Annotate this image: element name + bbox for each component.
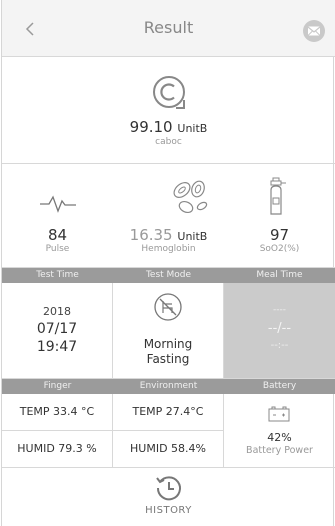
history-label: HISTORY: [145, 505, 192, 516]
band-test-mode: Test Mode: [145, 270, 192, 280]
meal-chair-icon: [154, 293, 182, 321]
band-environment: Environment: [139, 381, 198, 391]
battery-icon: [268, 406, 290, 422]
band-sensor-header: Finger Environment Battery: [2, 379, 335, 394]
header-bar: Result: [2, 0, 335, 57]
copyright-c-icon: [153, 76, 185, 109]
meal-line1: ----: [273, 305, 286, 315]
history-clock-icon: [156, 476, 181, 501]
main-sub-label: caboc: [155, 137, 182, 147]
band-finger: Finger: [43, 381, 72, 391]
meal-time-cell: ---- --/-- --:--: [224, 283, 335, 379]
blood-cells-icon: [173, 180, 208, 214]
band-test-time: Test Time: [36, 270, 79, 280]
env-temp: TEMP 27.4°C: [132, 405, 204, 418]
test-date: 07/17: [36, 321, 78, 337]
hemoglobin-number: 16.35: [129, 226, 173, 244]
oxygen-tank-icon: [270, 177, 286, 215]
band-test-header: Test Time Test Mode Meal Time: [2, 268, 335, 283]
test-mode-line1: Morning: [143, 337, 193, 351]
band-meal-time: Meal Time: [256, 270, 303, 280]
band-battery: Battery: [262, 381, 297, 391]
meal-line2: --/--: [267, 321, 292, 336]
finger-humid: HUMID 79.3 %: [17, 442, 97, 455]
test-mode-line2: Fasting: [146, 352, 190, 366]
main-value-unit: UnitB: [177, 122, 208, 135]
spo2-label: SoO2(%): [259, 244, 300, 254]
main-result: 99.10 UnitB caboc: [2, 57, 335, 164]
test-time-cell: 2018 07/17 19:47: [2, 283, 113, 379]
test-mode-cell: Morning Fasting: [113, 283, 224, 379]
pulse-label: Pulse: [45, 244, 70, 254]
main-value: 99.10 UnitB: [2, 118, 335, 136]
test-year: 2018: [43, 305, 71, 318]
battery-cell: 42% Battery Power: [224, 394, 335, 468]
meal-line3: --:--: [270, 340, 289, 351]
battery-label: Battery Power: [246, 445, 313, 456]
pulse-value: 84: [47, 226, 68, 244]
finger-temp-cell: TEMP 33.4 °C: [2, 394, 113, 431]
env-humid-cell: HUMID 58.4%: [113, 431, 224, 468]
page-title: Result: [143, 18, 194, 37]
metric-hemoglobin: 16.35 UnitB Hemoglobin: [113, 164, 224, 268]
spo2-value: 97: [269, 226, 290, 244]
pulse-wave-icon: [40, 195, 76, 213]
battery-percent: 42%: [267, 431, 292, 444]
hemoglobin-value: 16.35 UnitB: [113, 226, 224, 244]
metric-spo2: 97 SoO2(%): [224, 164, 335, 268]
history-button[interactable]: HISTORY: [2, 468, 335, 526]
finger-temp: TEMP 33.4 °C: [19, 405, 95, 418]
metric-pulse: 84 Pulse: [2, 164, 113, 268]
env-temp-cell: TEMP 27.4°C: [113, 394, 224, 431]
test-time: 19:47: [36, 339, 78, 355]
mail-button[interactable]: [303, 20, 325, 42]
hemoglobin-unit: UnitB: [177, 230, 208, 243]
main-value-number: 99.10: [129, 118, 173, 136]
env-humid: HUMID 58.4%: [130, 442, 206, 455]
envelope-icon: [307, 26, 321, 36]
metrics-row: 84 Pulse 16.35 UnitB Hemoglobin 97 SoO2(…: [2, 164, 335, 268]
finger-humid-cell: HUMID 79.3 %: [2, 431, 113, 468]
app-frame: Result 99.10 UnitB caboc 84 Pulse 16.35 …: [1, 0, 335, 526]
hemoglobin-label: Hemoglobin: [141, 244, 196, 254]
